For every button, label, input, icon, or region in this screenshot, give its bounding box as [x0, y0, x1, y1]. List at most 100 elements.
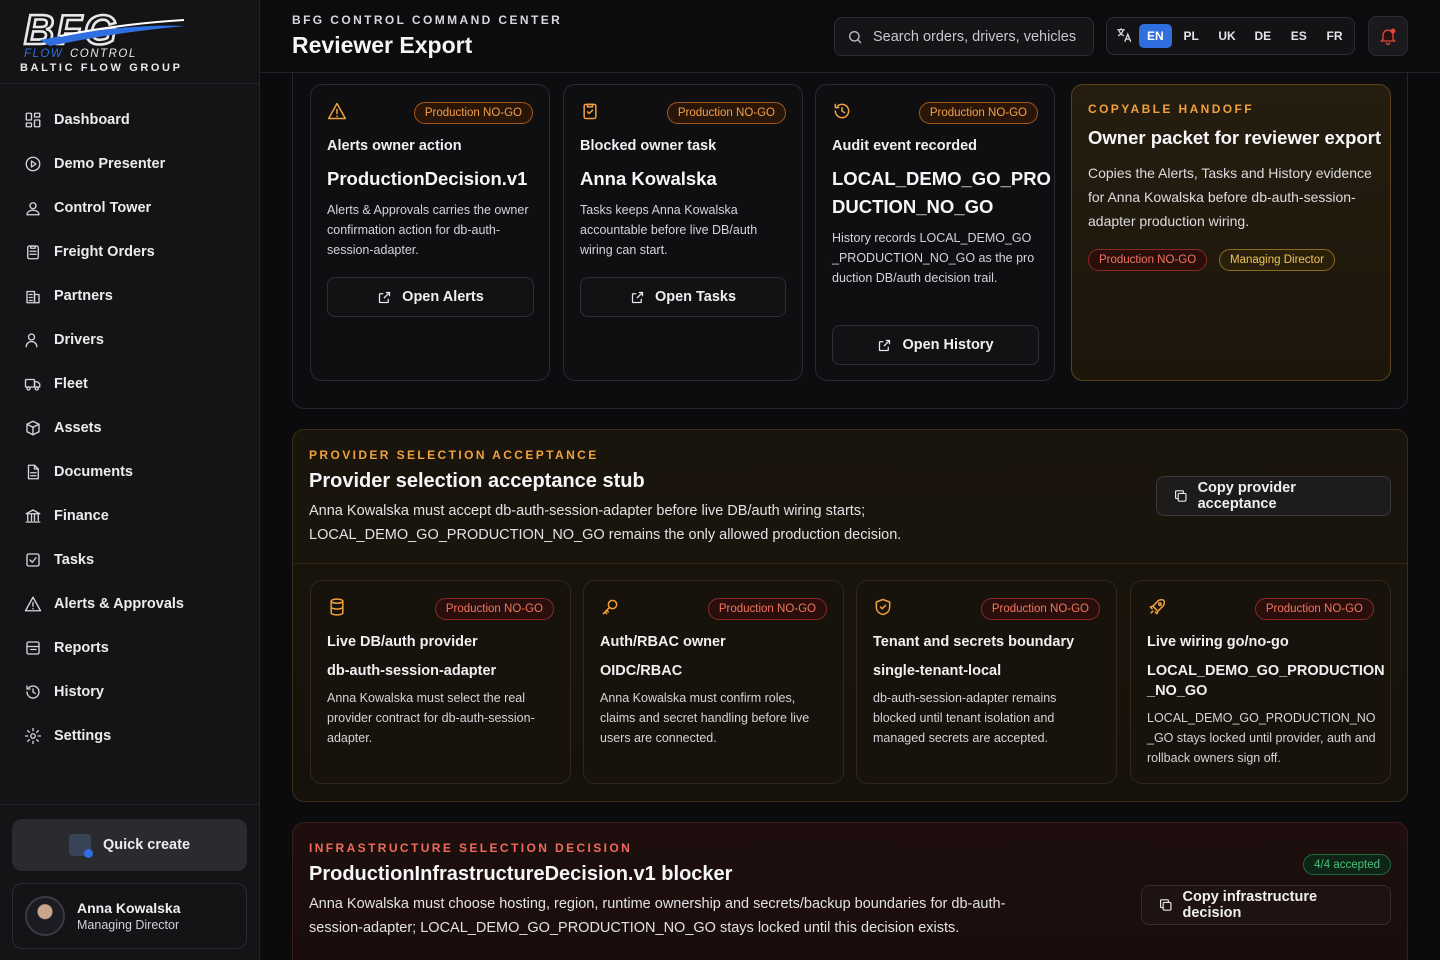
search-input[interactable] [873, 28, 1083, 45]
bfg-flowcontrol-logo: BFG FLOW CONTROL [23, 6, 186, 60]
lang-fr[interactable]: FR [1318, 24, 1351, 48]
sidebar-item-label: Freight Orders [54, 244, 155, 260]
button-label: Open History [902, 337, 994, 353]
sidebar-item-history[interactable]: History [0, 670, 259, 714]
card-value: db-auth-session-adapter [327, 663, 497, 679]
open-tasks-button[interactable]: Open Tasks [580, 277, 786, 317]
lang-es[interactable]: ES [1282, 24, 1315, 48]
owner-evidence-section: Production NO-GO Alerts owner action Pro… [292, 73, 1408, 409]
provider-card-auth-rbac: Production NO-GO Auth/RBAC owner OIDC/RB… [583, 580, 844, 784]
sidebar-item-demo-presenter[interactable]: Demo Presenter [0, 142, 259, 186]
svg-text:FLOW: FLOW [24, 48, 63, 60]
sidebar-item-documents[interactable]: Documents [0, 450, 259, 494]
copy-provider-acceptance-button[interactable]: Copy provider acceptance [1156, 476, 1391, 516]
report-icon [24, 639, 42, 657]
button-label: Open Alerts [402, 289, 484, 305]
provider-desc-line1: Anna Kowalska must accept db-auth-sessio… [309, 503, 866, 519]
sidebar-item-dashboard[interactable]: Dashboard [0, 98, 259, 142]
clipboard-check-icon [580, 101, 602, 123]
language-switcher: EN PL UK DE ES FR [1106, 17, 1355, 55]
sidebar-item-fleet[interactable]: Fleet [0, 362, 259, 406]
app-root: BFG FLOW CONTROL BALTIC FLOW GROUP Dashb… [0, 0, 1440, 960]
card-kicker: Live DB/auth provider [327, 634, 478, 650]
sidebar-item-label: Tasks [54, 552, 95, 568]
sidebar-item-tasks[interactable]: Tasks [0, 538, 259, 582]
handoff-title: Owner packet for reviewer export [1088, 127, 1382, 148]
translate-icon [1115, 26, 1135, 46]
status-badge: Production NO-GO [666, 102, 786, 124]
user-role: Managing Director [77, 918, 180, 932]
card-description: LOCAL_DEMO_GO_PRODUCTION_NO_GO stays loc… [1147, 711, 1376, 765]
open-history-button[interactable]: Open History [832, 325, 1039, 365]
key-icon [600, 597, 622, 619]
database-icon [327, 597, 349, 619]
sidebar-item-alerts-approvals[interactable]: Alerts & Approvals [0, 582, 259, 626]
brand-tagline: BALTIC FLOW GROUP [20, 62, 183, 74]
lang-pl[interactable]: PL [1175, 24, 1208, 48]
lang-uk[interactable]: UK [1211, 24, 1244, 48]
sidebar-item-partners[interactable]: Partners [0, 274, 259, 318]
card-kicker: Alerts owner action [327, 138, 462, 154]
external-link-icon [879, 339, 891, 351]
notifications-button[interactable] [1368, 16, 1408, 56]
sidebar-item-label: Demo Presenter [54, 156, 166, 172]
quick-create-icon [68, 834, 93, 858]
check-square-icon [24, 551, 42, 569]
provider-eyebrow: PROVIDER SELECTION ACCEPTANCE [309, 448, 599, 462]
page-title: Reviewer Export [292, 32, 473, 58]
sidebar-item-label: Documents [54, 464, 133, 480]
infrastructure-desc-line2: session-adapter; LOCAL_DEMO_GO_PRODUCTIO… [309, 920, 960, 936]
history-icon [24, 683, 42, 701]
lang-de[interactable]: DE [1246, 24, 1279, 48]
sidebar-item-reports[interactable]: Reports [0, 626, 259, 670]
copy-icon [1160, 899, 1172, 911]
building-icon [24, 287, 42, 305]
sidebar-item-settings[interactable]: Settings [0, 714, 259, 758]
status-badge: Production NO-GO [413, 102, 533, 124]
card-description: Alerts & Approvals carries the owner con… [327, 203, 529, 257]
user-profile[interactable]: Anna Kowalska Managing Director [12, 883, 247, 949]
lang-en[interactable]: EN [1138, 24, 1172, 48]
sidebar-item-control-tower[interactable]: Control Tower [0, 186, 259, 230]
infrastructure-title: ProductionInfrastructureDecision.v1 bloc… [309, 863, 733, 885]
external-link-icon [379, 291, 391, 303]
quick-create-button[interactable]: Quick create [12, 819, 247, 871]
sidebar-item-assets[interactable]: Assets [0, 406, 259, 450]
sidebar-item-drivers[interactable]: Drivers [0, 318, 259, 362]
button-label: Open Tasks [654, 289, 737, 305]
history-audit-card: Production NO-GO Audit event recorded LO… [815, 84, 1055, 381]
card-kicker: Live wiring go/no-go [1147, 634, 1289, 650]
search-box[interactable] [834, 17, 1094, 56]
card-value-line1: LOCAL_DEMO_GO_PRO [832, 168, 1051, 189]
user-name: Anna Kowalska [77, 900, 181, 916]
infrastructure-decision-section: INFRASTRUCTURE SELECTION DECISION Produc… [292, 822, 1408, 960]
sidebar-item-finance[interactable]: Finance [0, 494, 259, 538]
sidebar-item-label: Dashboard [54, 112, 130, 128]
tasks-owner-card: Production NO-GO Blocked owner task Anna… [563, 84, 803, 381]
copy-infrastructure-decision-button[interactable]: Copy infrastructure decision [1141, 885, 1391, 925]
bell-icon [1379, 28, 1397, 45]
card-value-line2: _NO_GO [1147, 683, 1208, 699]
clipboard-icon [24, 243, 42, 261]
dashboard-icon [24, 111, 42, 129]
open-alerts-button[interactable]: Open Alerts [327, 277, 534, 317]
rocket-icon [1147, 597, 1169, 619]
sidebar-item-label: Fleet [54, 376, 88, 392]
card-description: db-auth-session-adapter remains blocked … [873, 691, 1057, 745]
status-badge: Production NO-GO [918, 102, 1038, 124]
card-value: Anna Kowalska [580, 168, 717, 189]
button-label: Copy provider acceptance [1197, 480, 1296, 512]
sidebar-nav: Dashboard Demo Presenter Control Tower F… [0, 84, 259, 758]
status-badge: Production NO-GO [1254, 598, 1374, 620]
provider-card-db-auth: Production NO-GO Live DB/auth provider d… [310, 580, 571, 784]
status-badge: Production NO-GO [434, 598, 554, 620]
card-kicker: Audit event recorded [832, 138, 978, 154]
provider-acceptance-section: PROVIDER SELECTION ACCEPTANCE Provider s… [292, 429, 1408, 802]
sidebar-footer: Quick create Anna Kowalska Managing Dire… [0, 804, 260, 949]
sidebar-item-label: Partners [54, 288, 113, 304]
status-badge: Production NO-GO [707, 598, 827, 620]
alerts-owner-card: Production NO-GO Alerts owner action Pro… [310, 84, 550, 381]
brand[interactable]: BFG FLOW CONTROL BALTIC FLOW GROUP [0, 0, 259, 84]
truck-icon [24, 375, 42, 393]
sidebar-item-freight-orders[interactable]: Freight Orders [0, 230, 259, 274]
